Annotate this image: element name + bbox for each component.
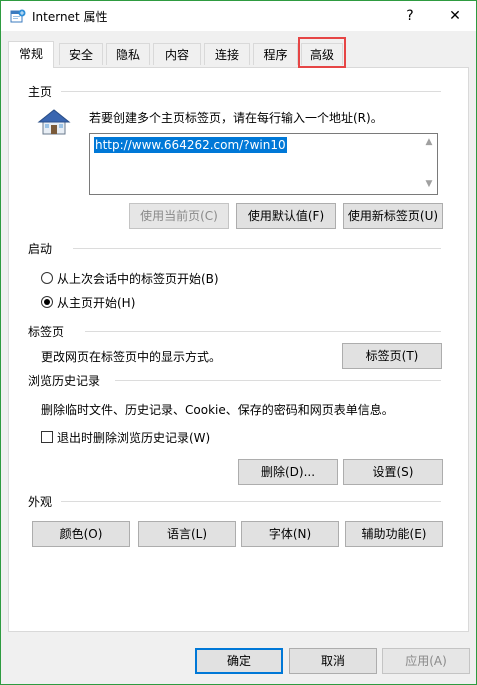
radio-last-session[interactable] bbox=[41, 272, 53, 284]
tabs-description: 更改网页在标签页中的显示方式。 bbox=[41, 350, 222, 364]
homepage-heading: 主页 bbox=[28, 85, 53, 99]
tabs-divider bbox=[85, 331, 441, 332]
use-current-button[interactable]: 使用当前页(C) bbox=[129, 203, 229, 229]
history-description: 删除临时文件、历史记录、Cookie、保存的密码和网页表单信息。 bbox=[41, 403, 394, 417]
accessibility-button[interactable]: 辅助功能(E) bbox=[345, 521, 443, 547]
radio-homepage-label: 从主页开始(H) bbox=[57, 296, 136, 310]
appearance-heading: 外观 bbox=[28, 495, 53, 509]
startup-heading: 启动 bbox=[28, 242, 53, 256]
tab-security[interactable]: 安全 bbox=[59, 43, 103, 65]
use-new-tab-button[interactable]: 使用新标签页(U) bbox=[343, 203, 443, 229]
dialog-footer: 确定 取消 应用(A) bbox=[1, 633, 476, 684]
colors-button[interactable]: 颜色(O) bbox=[32, 521, 130, 547]
fonts-button[interactable]: 字体(N) bbox=[241, 521, 339, 547]
cancel-button[interactable]: 取消 bbox=[289, 648, 377, 674]
use-default-button[interactable]: 使用默认值(F) bbox=[236, 203, 336, 229]
radio-last-session-label: 从上次会话中的标签页开始(B) bbox=[57, 272, 219, 286]
tab-connections[interactable]: 连接 bbox=[204, 43, 250, 65]
history-heading: 浏览历史记录 bbox=[28, 374, 101, 388]
tab-content[interactable]: 内容 bbox=[153, 43, 201, 65]
history-settings-button[interactable]: 设置(S) bbox=[343, 459, 443, 485]
startup-divider bbox=[73, 248, 441, 249]
radio-homepage[interactable] bbox=[41, 296, 53, 308]
history-divider bbox=[115, 380, 441, 381]
home-icon bbox=[37, 109, 71, 135]
tabs-settings-button[interactable]: 标签页(T) bbox=[342, 343, 442, 369]
delete-on-exit-checkbox[interactable] bbox=[41, 431, 53, 443]
close-button[interactable]: ✕ bbox=[442, 5, 468, 27]
title-bar: Internet 属性 ? ✕ bbox=[1, 1, 476, 31]
tabs-heading: 标签页 bbox=[28, 325, 65, 339]
homepage-url-textarea[interactable]: http://www.664262.com/?win10 ▲ ▼ bbox=[89, 133, 438, 195]
apply-button[interactable]: 应用(A) bbox=[382, 648, 470, 674]
internet-properties-dialog: Internet 属性 ? ✕ 常规 安全 隐私 内容 连接 程序 高级 主页 … bbox=[0, 0, 477, 685]
internet-options-icon bbox=[10, 9, 26, 23]
homepage-url-text: http://www.664262.com/?win10 bbox=[94, 137, 287, 153]
appearance-divider bbox=[61, 501, 441, 502]
tab-programs[interactable]: 程序 bbox=[253, 43, 298, 65]
window-title: Internet 属性 bbox=[32, 10, 108, 24]
highlight-box bbox=[298, 37, 346, 68]
tab-general[interactable]: 常规 bbox=[8, 41, 54, 68]
scroll-up-icon[interactable]: ▲ bbox=[423, 137, 435, 149]
homepage-description: 若要创建多个主页标签页，请在每行输入一个地址(R)。 bbox=[89, 111, 383, 125]
help-button[interactable]: ? bbox=[397, 5, 423, 27]
delete-history-button[interactable]: 删除(D)... bbox=[238, 459, 338, 485]
scroll-down-icon[interactable]: ▼ bbox=[423, 179, 435, 191]
ok-button[interactable]: 确定 bbox=[195, 648, 283, 674]
languages-button[interactable]: 语言(L) bbox=[138, 521, 236, 547]
tab-privacy[interactable]: 隐私 bbox=[106, 43, 150, 65]
homepage-divider bbox=[61, 91, 441, 92]
delete-on-exit-label: 退出时删除浏览历史记录(W) bbox=[57, 431, 211, 445]
